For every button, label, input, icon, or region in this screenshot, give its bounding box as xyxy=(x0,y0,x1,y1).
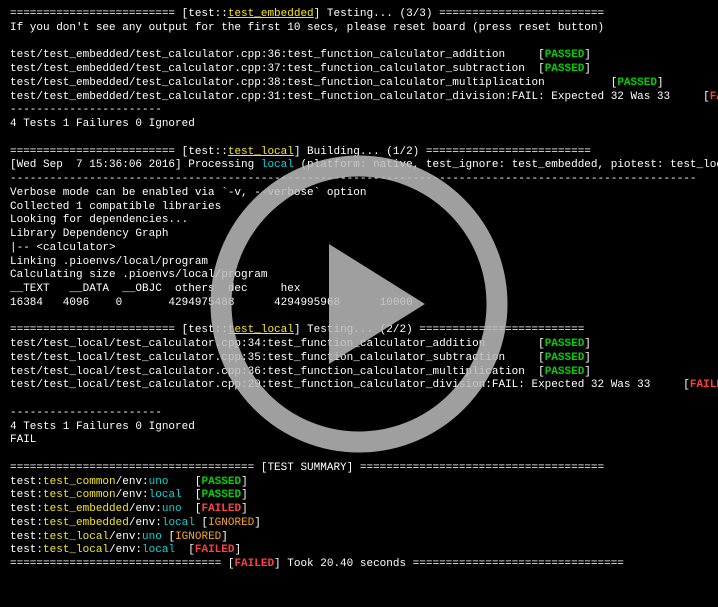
test-name-embedded: test_embedded xyxy=(228,8,314,20)
reset-hint: If you don't see any output for the firs… xyxy=(10,22,708,36)
play-button[interactable] xyxy=(209,154,509,454)
test-summary-header: ===================================== [T… xyxy=(10,462,708,476)
test-summary-embedded: 4 Tests 1 Failures 0 Ignored xyxy=(10,118,708,132)
play-icon xyxy=(209,154,509,454)
